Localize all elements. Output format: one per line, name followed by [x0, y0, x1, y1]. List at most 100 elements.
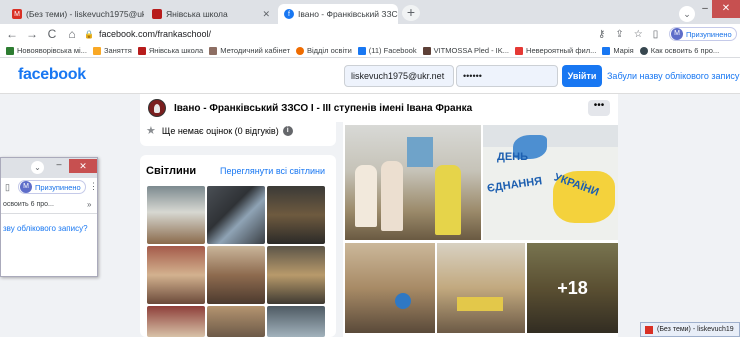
photo-thumbnail[interactable]	[147, 246, 205, 304]
photo-thumbnail[interactable]	[207, 186, 265, 244]
bookmark-label: Невероятный фил...	[526, 46, 597, 55]
photo-thumbnail[interactable]	[267, 306, 325, 337]
photo-thumbnail[interactable]	[267, 186, 325, 244]
bookmark-icon	[422, 46, 431, 55]
bookmark-item[interactable]: Янівська школа	[137, 46, 203, 55]
menu-icon[interactable]: ⋮	[89, 181, 98, 192]
close-window-icon[interactable]: ✕	[69, 159, 97, 173]
tab-facebook-active[interactable]: f Івано - Франківський ЗЗСО І - ІІ ✕	[278, 4, 398, 24]
minimize-icon[interactable]: –	[51, 159, 67, 173]
tab-gmail[interactable]: M (Без теми) - liskevuch1975@uk ✕	[6, 4, 144, 24]
info-icon[interactable]: i	[282, 125, 293, 136]
page-title[interactable]: Івано - Франківський ЗЗСО І - ІІІ ступен…	[174, 103, 472, 114]
tab-search-icon[interactable]: ⌄	[679, 6, 695, 22]
sidepanel-icon[interactable]: ▯	[5, 182, 10, 193]
share-icon[interactable]: ⇪	[615, 29, 623, 40]
bookmark-item[interactable]: Новояворівська мі...	[6, 46, 87, 55]
tab-yanivska[interactable]: Янівська школа ✕	[146, 4, 276, 24]
gmail-icon: M	[12, 9, 22, 19]
taskbar-item[interactable]: (Без теми) - liskevuch19	[640, 322, 740, 337]
youtube-icon	[515, 46, 524, 55]
minimize-icon[interactable]: –	[698, 0, 712, 18]
post-photo-poster[interactable]: ДЕНЬ ЄДНАННЯ УКРАЇНИ	[483, 125, 618, 240]
tab-strip: M (Без теми) - liskevuch1975@uk ✕ Янівсь…	[0, 0, 740, 24]
bookmark-label: Новояворівська мі...	[17, 46, 87, 55]
page-avatar[interactable]	[148, 99, 166, 117]
bookmark-icon	[137, 46, 146, 55]
lock-icon: 🔒	[84, 29, 94, 39]
bookmark-icon	[296, 46, 305, 55]
facebook-icon	[357, 46, 366, 55]
bookmark-item[interactable]: Марія	[602, 46, 634, 55]
bookmark-item[interactable]: Відділ освіти	[296, 46, 352, 55]
bookmark-label: Заняття	[103, 46, 132, 55]
password-field[interactable]: ••••••	[456, 65, 558, 87]
photo-thumbnail[interactable]	[267, 246, 325, 304]
rating-text: Ще немає оцінок (0 відгуків)	[161, 125, 279, 136]
chevron-right-icon[interactable]: »	[87, 200, 91, 209]
sidepanel-icon[interactable]: ▯	[653, 29, 659, 40]
facebook-icon	[602, 46, 611, 55]
poster-text: ДЕНЬ	[497, 151, 529, 163]
address-bar[interactable]: 🔒 facebook.com/frankaschool/	[84, 26, 594, 42]
facebook-logo[interactable]: facebook	[18, 66, 86, 84]
avatar: M	[20, 181, 32, 193]
bookmark-label: Методичний кабінет	[220, 46, 291, 55]
school-icon	[152, 9, 162, 19]
bookmark-item[interactable]: VITMOSSA Pled - IK...	[422, 46, 510, 55]
key-icon[interactable]: ⚷	[598, 29, 605, 40]
photo-thumbnail[interactable]	[147, 186, 205, 244]
profile-button[interactable]: M Призупинено	[669, 27, 737, 41]
login-button[interactable]: Увійти	[562, 65, 602, 87]
post-photo-classroom-2[interactable]	[437, 243, 525, 333]
post-photo-children[interactable]	[345, 125, 481, 240]
more-button[interactable]: •••	[588, 100, 610, 116]
facebook-icon: f	[284, 9, 294, 19]
forgot-account-link[interactable]: зву облікового запису?	[3, 224, 88, 233]
photo-thumbnail[interactable]	[207, 246, 265, 304]
close-window-icon[interactable]: ✕	[712, 0, 740, 18]
page-header-bar: Івано - Франківський ЗЗСО І - ІІІ ступен…	[140, 94, 618, 122]
rating-row: ★ Ще немає оцінок (0 відгуків) i	[146, 124, 293, 137]
profile-label: Призупинено	[35, 182, 81, 192]
bookmark-item[interactable]: (11) Facebook	[357, 46, 417, 55]
tab-search-icon[interactable]: ⌄	[31, 161, 44, 174]
toolbar-right-icons: ⚷ ⇪ ☆ ▯	[598, 26, 658, 42]
post-photo-classroom-1[interactable]	[345, 243, 435, 333]
tab-title: Янівська школа	[166, 9, 228, 19]
bookmark-item[interactable]: Как освоить 6 про...	[639, 46, 719, 55]
bookmark-label: VITMOSSA Pled - IK...	[433, 46, 510, 55]
star-icon[interactable]: ☆	[634, 29, 643, 40]
close-icon[interactable]: ✕	[258, 9, 270, 20]
bookmark-item[interactable]: Заняття	[92, 46, 132, 55]
bookmark-label[interactable]: освоить 6 про...	[3, 201, 54, 208]
bookmark-icon	[209, 46, 218, 55]
taskbar-label: (Без теми) - liskevuch19	[657, 326, 734, 333]
poster-text: ЄДНАННЯ	[486, 175, 543, 195]
facebook-header: facebook liskevuch1975@ukr.net •••••• Ув…	[0, 58, 740, 94]
bookmark-icon	[6, 46, 14, 55]
bookmark-item[interactable]: Невероятный фил...	[515, 46, 596, 55]
photo-thumbnail[interactable]	[147, 306, 205, 337]
home-icon[interactable]: ⌂	[64, 27, 80, 41]
bookmarks-bar: Новояворівська мі... Заняття Янівська шк…	[0, 44, 740, 58]
new-tab-button[interactable]: +	[402, 5, 420, 21]
bookmark-label: Відділ освіти	[307, 46, 352, 55]
email-field[interactable]: liskevuch1975@ukr.net	[344, 65, 454, 87]
second-window-titlebar: ⌄ – ✕	[1, 158, 97, 178]
second-browser-window: ⌄ – ✕ ▯ M Призупинено ⋮ освоить 6 про...…	[0, 157, 98, 277]
see-all-photos-link[interactable]: Переглянути всі світлини	[220, 166, 325, 176]
avatar: M	[671, 28, 683, 40]
more-photos-overlay[interactable]: +18	[527, 243, 618, 333]
back-icon[interactable]: ←	[4, 27, 20, 41]
gmail-icon	[645, 325, 653, 334]
photo-thumbnail[interactable]	[207, 306, 265, 337]
profile-button[interactable]: M Призупинено	[18, 180, 86, 194]
bookmark-label: (11) Facebook	[368, 46, 417, 55]
forgot-account-link[interactable]: Забули назву облікового запису?	[607, 71, 740, 81]
forward-icon[interactable]: →	[24, 27, 40, 41]
reload-icon[interactable]: C	[44, 27, 60, 41]
bookmark-icon	[92, 46, 101, 55]
tab-title: (Без теми) - liskevuch1975@uk	[26, 9, 144, 19]
bookmark-item[interactable]: Методичний кабінет	[209, 46, 290, 55]
